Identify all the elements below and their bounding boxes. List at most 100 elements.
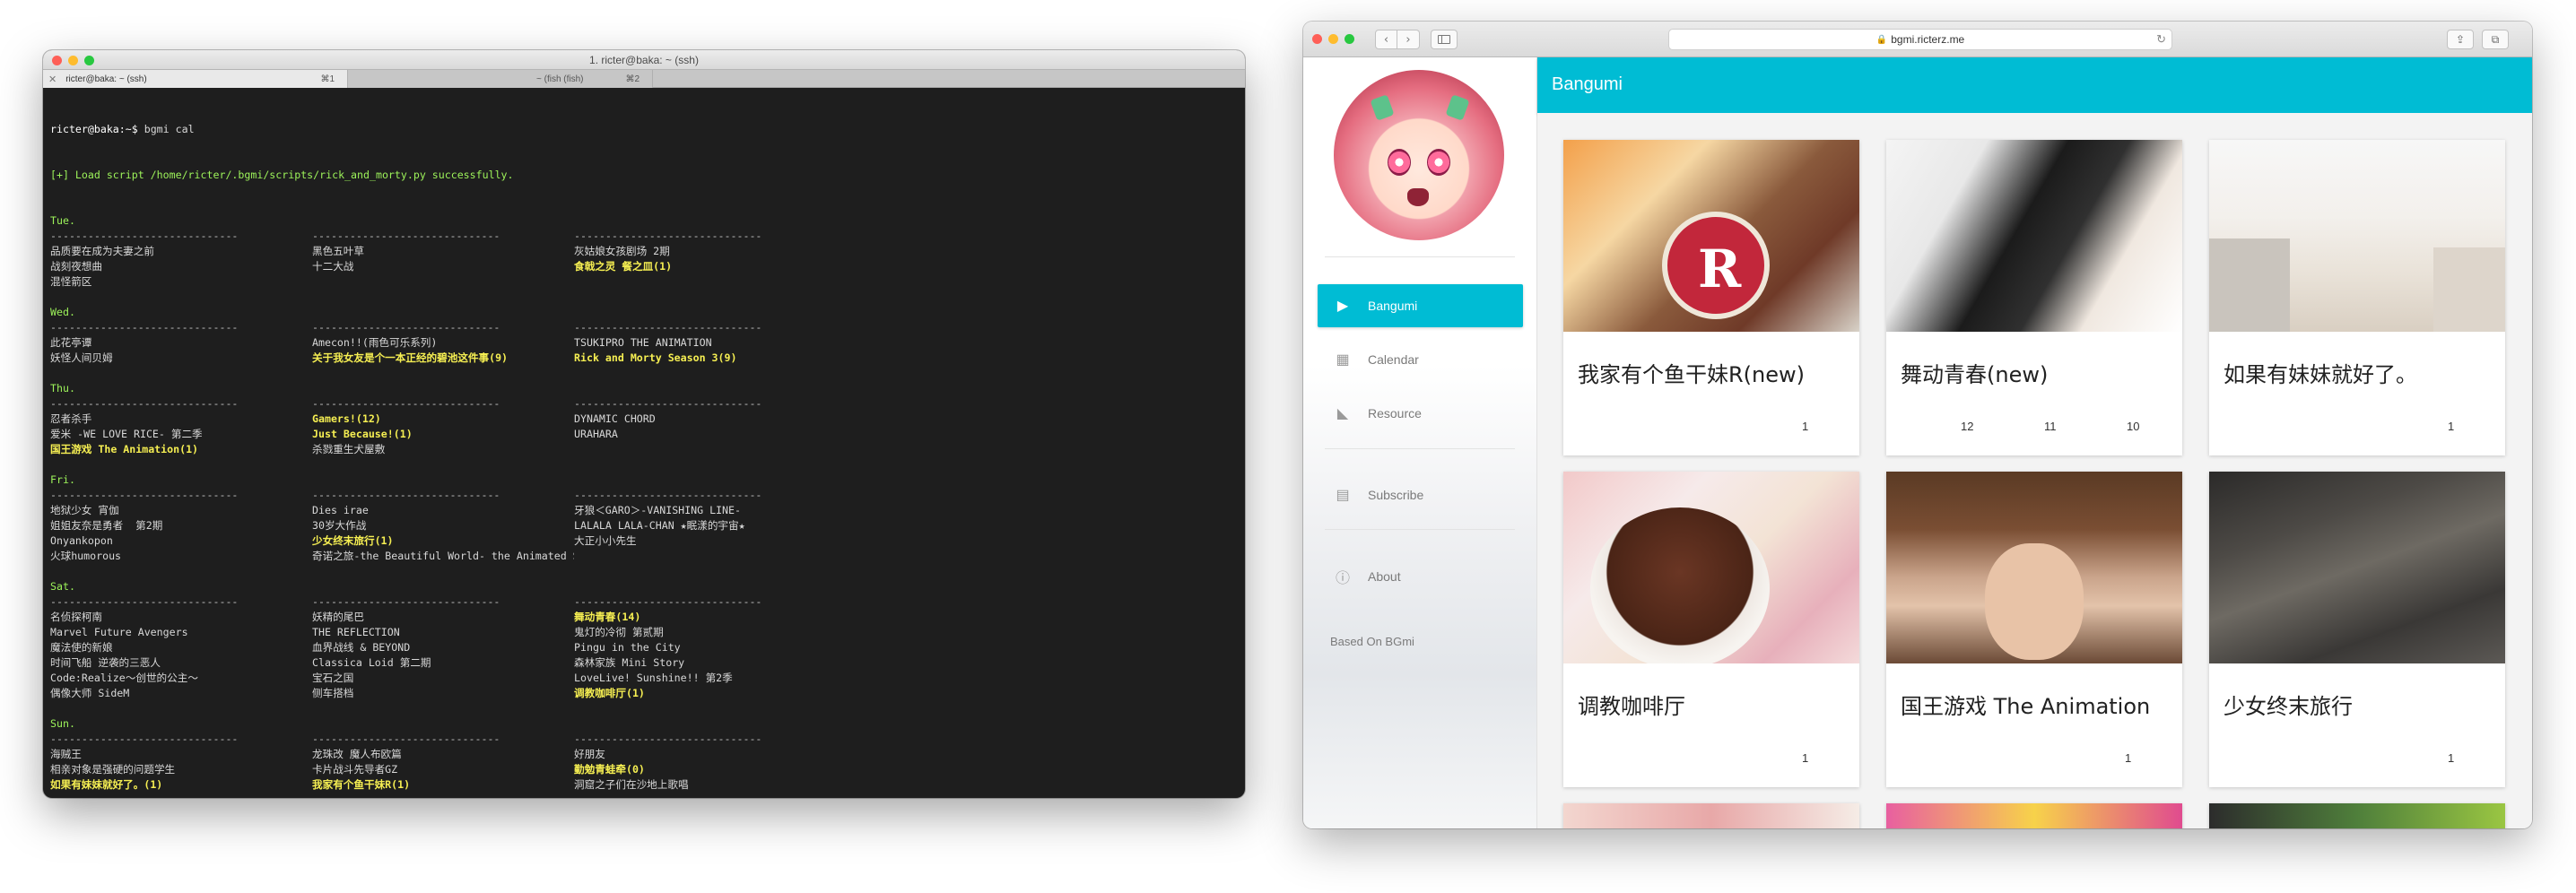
nav-item-label: Bangumi bbox=[1368, 299, 1418, 313]
episode-link[interactable]: 1 bbox=[2448, 751, 2454, 765]
bangumi-card[interactable] bbox=[1563, 803, 1859, 828]
terminal-titlebar[interactable]: 1. ricter@baka: ~ (ssh) bbox=[43, 50, 1245, 70]
bangumi-name: DYNAMIC CHORD bbox=[574, 412, 656, 425]
bangumi-name: Amecon!!(雨色可乐系列) bbox=[312, 336, 438, 349]
tab-shortcut: ⌘1 bbox=[320, 74, 335, 84]
bangumi-name: 杀戮重生犬屋敷 bbox=[312, 443, 386, 455]
share-icon: ⇪ bbox=[2455, 33, 2466, 46]
tabs-overview-button[interactable]: ⧉ bbox=[2482, 30, 2509, 49]
calendar-row: 偶像大师 SideM 侧车搭档 调教咖啡厅(1) bbox=[50, 686, 1238, 701]
separator: ------------------------------ bbox=[574, 321, 762, 334]
episode-link[interactable]: 1 bbox=[2125, 751, 2131, 765]
nav-item-about[interactable]: ⓘ About bbox=[1318, 555, 1523, 598]
bangumi-name: 30岁大作战 bbox=[312, 519, 367, 532]
bangumi-cover-image bbox=[1563, 472, 1859, 663]
bangumi-card[interactable]: 少女终末旅行 1 bbox=[2209, 472, 2505, 787]
close-window-button[interactable] bbox=[1312, 34, 1322, 44]
bangumi-card[interactable]: R 我家有个鱼干妹R(new) 1 bbox=[1563, 140, 1859, 455]
subscribed-bangumi: 食戟之灵 餐之皿(1) bbox=[574, 260, 673, 273]
calendar-row: 国王游戏 The Animation(1) 杀戮重生犬屋敷 bbox=[50, 442, 1238, 457]
calendar-row: 混怪箭区 bbox=[50, 274, 1238, 290]
bangumi-name: 火球humorous bbox=[50, 550, 122, 562]
bangumi-name: 地狱少女 宵伽 bbox=[50, 504, 119, 516]
calendar-row: Onyankopon 少女终末旅行(1) 大正小小先生 bbox=[50, 533, 1238, 549]
episode-link[interactable]: 10 bbox=[2127, 420, 2139, 433]
bangumi-name: TSUKIPRO THE ANIMATION bbox=[574, 336, 712, 349]
nav-item-calendar[interactable]: ▦ Calendar bbox=[1318, 338, 1523, 381]
bangumi-name: Onyankopon bbox=[50, 534, 113, 547]
bangumi-name: 相亲对象是强硬的问题学生 bbox=[50, 763, 176, 776]
load-message: [+] Load script /home/ricter/.bgmi/scrip… bbox=[50, 169, 514, 181]
subscribed-bangumi: 勤勉青蛙牵(0) bbox=[574, 763, 645, 776]
episode-link[interactable]: 1 bbox=[1802, 751, 1808, 765]
bangumi-name: Dies irae bbox=[312, 504, 369, 516]
nav-item-label: Calendar bbox=[1368, 352, 1419, 367]
bangumi-name: 妖怪人间贝姆 bbox=[50, 351, 113, 364]
episode-link[interactable]: 11 bbox=[2044, 420, 2057, 433]
navigation-drawer: ▶︎ Bangumi ▦ Calendar ◣ Resource ▤ Subsc… bbox=[1303, 57, 1537, 828]
chevron-left-icon: ‹ bbox=[1383, 32, 1389, 47]
terminal-tab-ssh[interactable]: ✕ ricter@baka: ~ (ssh) ⌘1 bbox=[43, 70, 348, 88]
nav-item-bangumi[interactable]: ▶︎ Bangumi bbox=[1318, 284, 1523, 327]
calendar-row: 爱米 -WE LOVE RICE- 第二季 Just Because!(1) URA… bbox=[50, 427, 1238, 442]
episode-link[interactable]: 1 bbox=[2448, 420, 2454, 433]
subscribed-bangumi: 关于我女友是个一本正经的碧池这件事(9) bbox=[312, 351, 509, 364]
bangumi-name: 魔法使的新娘 bbox=[50, 641, 113, 654]
bangumi-cover-image bbox=[2209, 140, 2505, 332]
divider bbox=[1325, 448, 1515, 449]
bangumi-cover-image: R bbox=[1563, 140, 1859, 332]
address-bar[interactable]: 🔒 bgmi.ricterz.me ↻ bbox=[1668, 29, 2172, 50]
bangumi-name: 混怪箭区 bbox=[50, 275, 92, 288]
bangumi-card[interactable]: 调教咖啡厅 1 bbox=[1563, 472, 1859, 787]
calendar-row: 火球humorous 奇诺之旅-the Beautiful World- the … bbox=[50, 549, 1238, 564]
bangumi-card[interactable]: 国王游戏 The Animation 1 bbox=[1886, 472, 2182, 787]
bangumi-cover-image bbox=[1886, 472, 2182, 663]
bangumi-card[interactable] bbox=[1886, 803, 2182, 828]
terminal-tab-fish[interactable]: ~ (fish (fish) ⌘2 bbox=[348, 70, 653, 88]
bangumi-card[interactable]: 如果有妹妹就好了。 1 bbox=[2209, 140, 2505, 455]
calendar-row: 名侦探柯南 妖精的尾巴 舞动青春(14) bbox=[50, 610, 1238, 625]
bangumi-name: 名侦探柯南 bbox=[50, 611, 102, 623]
bangumi-name: URAHARA bbox=[574, 428, 618, 440]
calendar-row: 姐姐友奈是勇者 第2期 30岁大作战 LALALA LALA-CHAN ★眠漾的宇宙… bbox=[50, 518, 1238, 533]
separator: ------------------------------ bbox=[50, 230, 239, 242]
bangumi-name: 姐姐友奈是勇者 第2期 bbox=[50, 519, 163, 532]
calendar-row: Marvel Future Avengers THE REFLECTION 鬼灯的冷… bbox=[50, 625, 1238, 640]
bangumi-name: 品质要在成为夫妻之前 bbox=[50, 245, 154, 257]
episode-link[interactable]: 12 bbox=[1961, 420, 1973, 433]
close-tab-icon[interactable]: ✕ bbox=[48, 74, 57, 85]
forward-button[interactable]: › bbox=[1397, 30, 1420, 49]
terminal-output[interactable]: ricter@baka:~$ bgmi cal [+] Load script … bbox=[43, 88, 1245, 798]
terminal-window[interactable]: 1. ricter@baka: ~ (ssh) ✕ ricter@baka: ~… bbox=[43, 50, 1245, 798]
nav-item-resource[interactable]: ◣ Resource bbox=[1318, 392, 1523, 435]
browser-window[interactable]: ‹ › 🔒 bgmi.ricterz.me ↻ ⇪ ⧉ ▶︎ Bangumi ▦… bbox=[1303, 22, 2532, 828]
reload-icon[interactable]: ↻ bbox=[2156, 32, 2166, 47]
sidebar-toggle-button[interactable] bbox=[1431, 30, 1458, 49]
weekday-heading: Wed. bbox=[50, 306, 75, 318]
bangumi-name: 好朋友 bbox=[574, 748, 605, 760]
nav-item-subscribe[interactable]: ▤ Subscribe bbox=[1318, 473, 1523, 516]
bangumi-name: 时间飞船 逆袭的三恶人 bbox=[50, 656, 161, 669]
bangumi-name: 森林家族 Mini Story bbox=[574, 656, 685, 669]
bangumi-card[interactable] bbox=[2209, 803, 2505, 828]
rss-icon: ◣ bbox=[1336, 406, 1349, 421]
zoom-window-button[interactable] bbox=[1345, 34, 1354, 44]
tab-label: ~ (fish (fish) bbox=[536, 74, 584, 84]
subscribed-bangumi: 少女终末旅行(1) bbox=[312, 534, 394, 547]
back-button[interactable]: ‹ bbox=[1375, 30, 1397, 49]
subscribed-bangumi: 我家有个鱼干妹R(1) bbox=[312, 778, 411, 791]
lock-icon: 🔒 bbox=[1875, 34, 1888, 45]
bangumi-name bbox=[312, 274, 574, 290]
share-button[interactable]: ⇪ bbox=[2447, 30, 2474, 49]
bangumi-cover-image bbox=[1886, 140, 2182, 332]
bangumi-card[interactable]: 舞动青春(new) 12 11 10 bbox=[1886, 140, 2182, 455]
separator: ------------------------------ bbox=[50, 733, 239, 745]
minimize-window-button[interactable] bbox=[1328, 34, 1338, 44]
calendar-row: 相亲对象是强硬的问题学生 卡片战斗先导者GZ 勤勉青蛙牵(0) bbox=[50, 762, 1238, 777]
separator: ------------------------------ bbox=[312, 595, 500, 608]
video-library-icon: ▶︎ bbox=[1336, 299, 1349, 314]
episode-link[interactable]: 1 bbox=[1802, 420, 1808, 433]
